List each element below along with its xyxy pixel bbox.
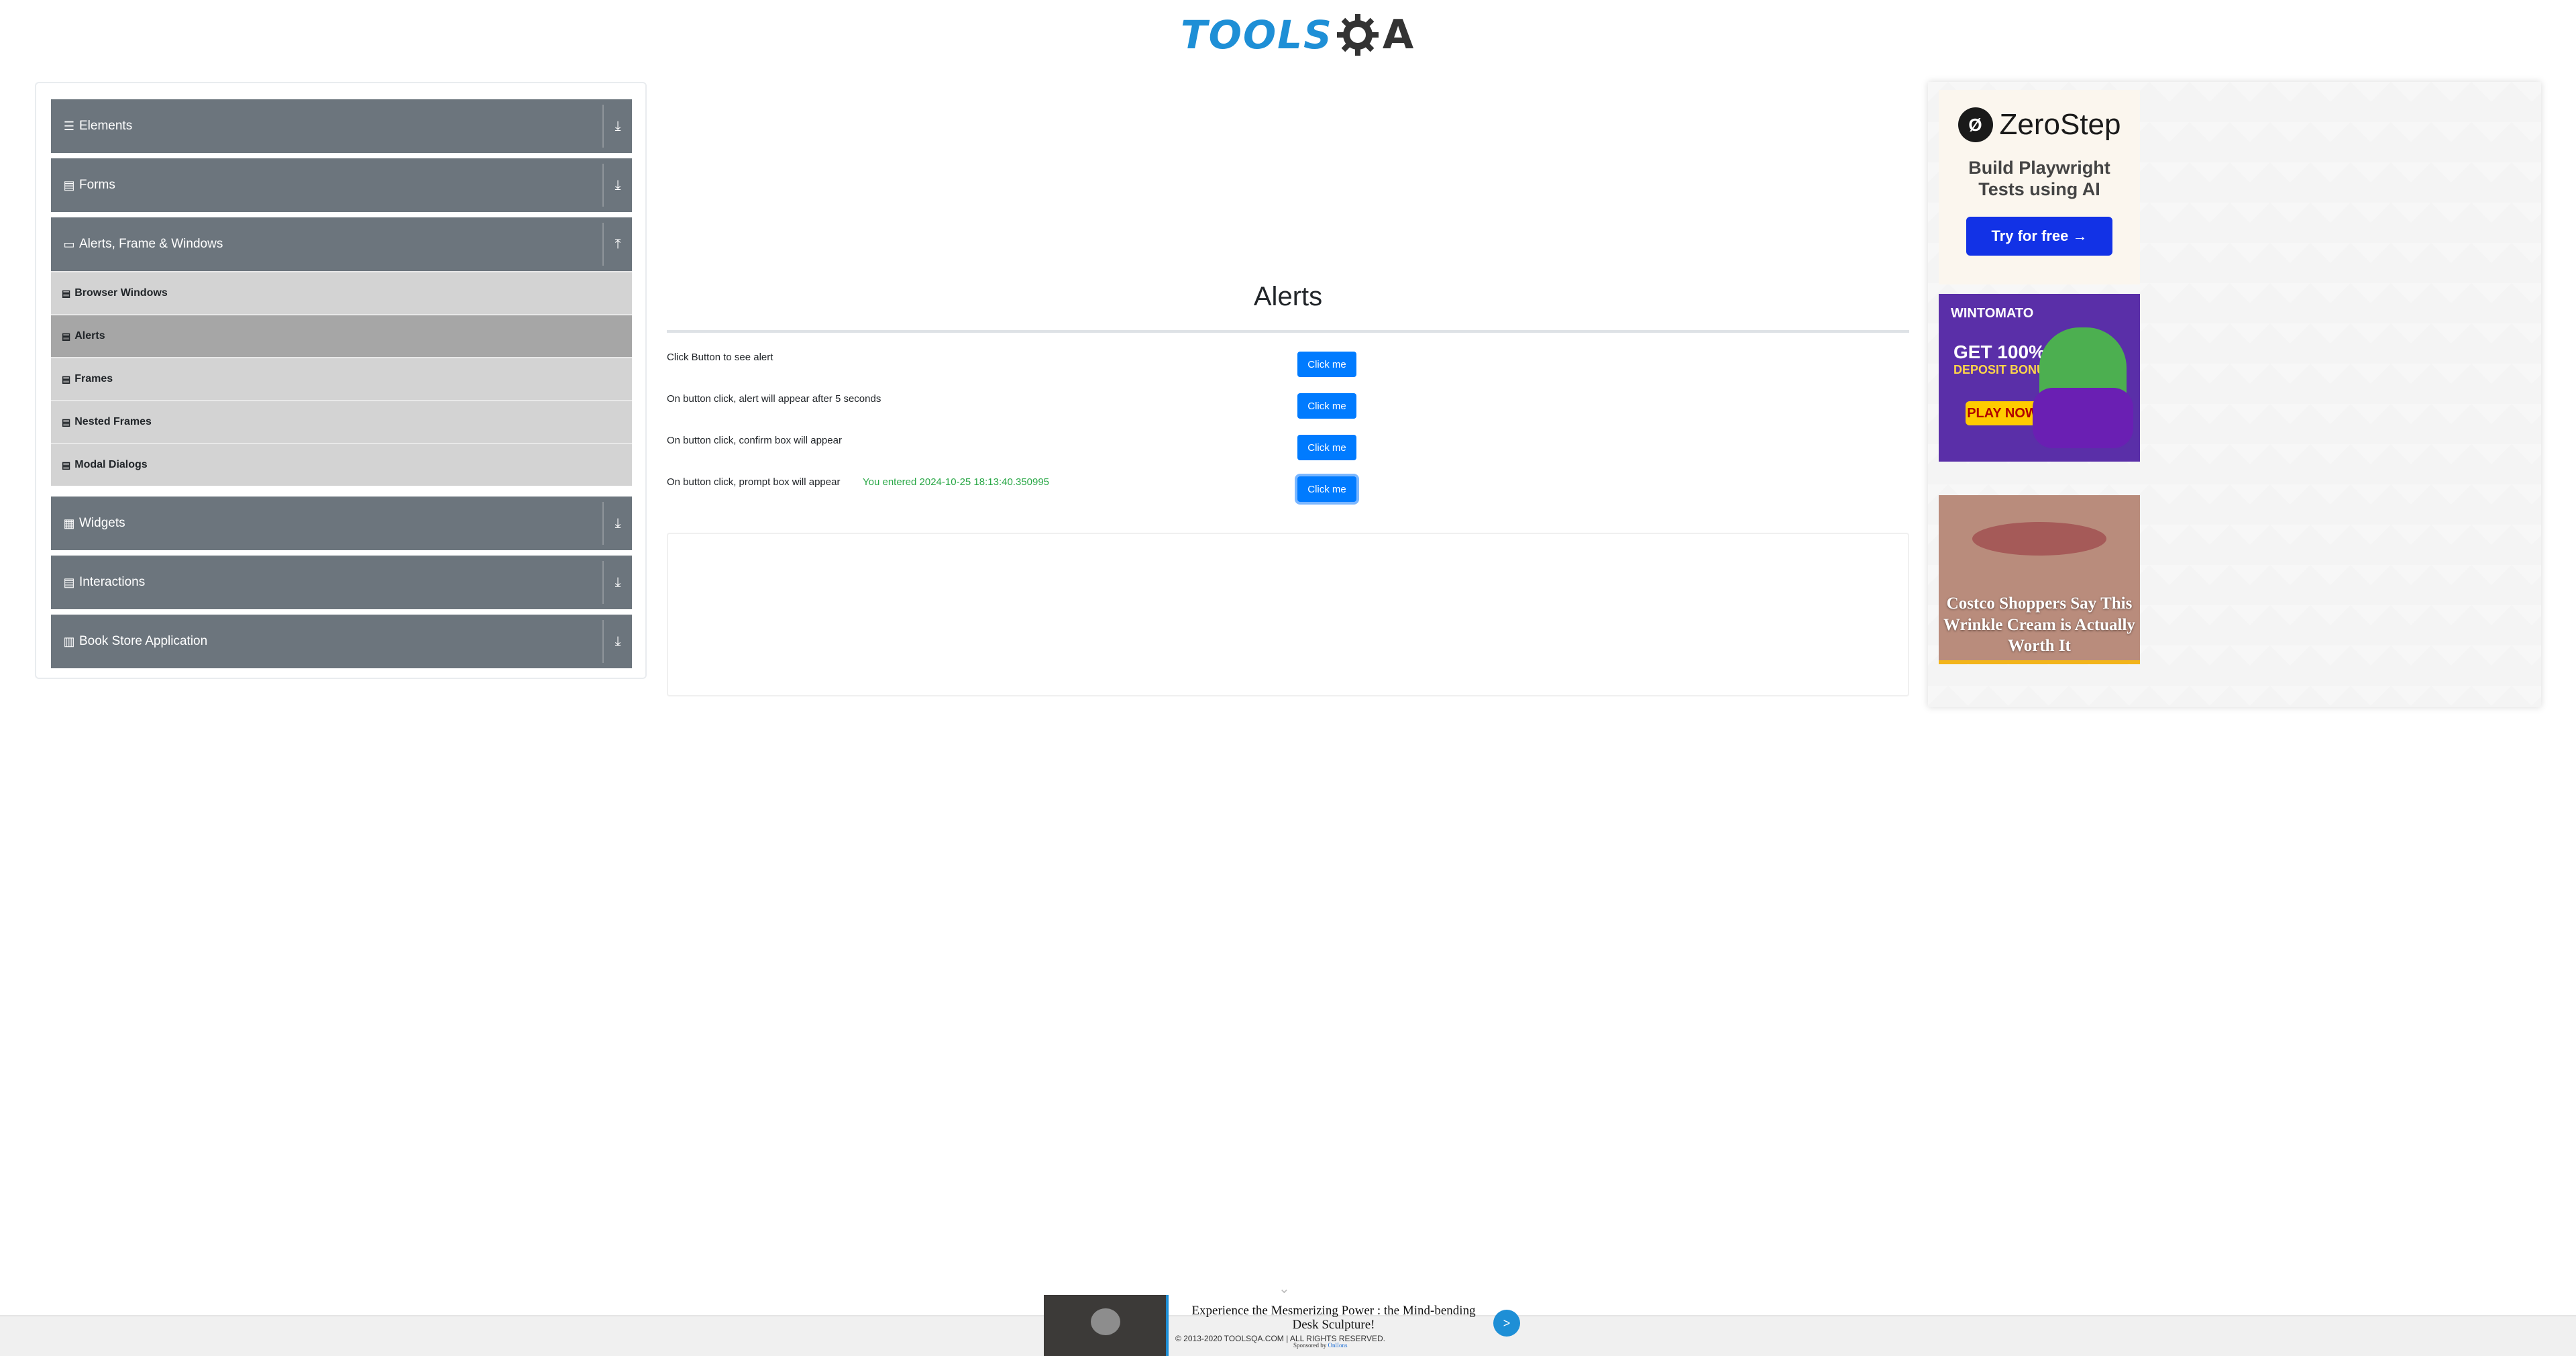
group-label: Interactions	[79, 575, 146, 589]
book-icon: ▥	[63, 634, 75, 648]
logo-text-right: A	[1382, 11, 1414, 58]
timer-alert-row: On button click, alert will appear after…	[667, 393, 1358, 420]
doc-icon: ▤	[62, 373, 71, 384]
confirm-button[interactable]: Click me	[1297, 435, 1356, 460]
next-arrow-button[interactable]: >	[1493, 1310, 1520, 1337]
divider	[667, 330, 1909, 333]
sidebar-item-modal-dialogs[interactable]: ▤ Modal Dialogs	[51, 443, 632, 486]
row-label: On button click, confirm box will appear	[667, 435, 842, 446]
expand-icon[interactable]: ⤓	[602, 620, 632, 663]
sidebar-group-header-interactions[interactable]: ▤ Interactions ⤓	[51, 556, 632, 609]
sidebar-group-widgets: ▦ Widgets ⤓	[51, 497, 632, 550]
frog-mascot-image	[2033, 327, 2133, 448]
prompt-button[interactable]: Click me	[1297, 476, 1356, 502]
right-ad-column: Ø ZeroStep Build Playwright Tests using …	[1928, 82, 2541, 707]
zerostep-ad[interactable]: Ø ZeroStep Build Playwright Tests using …	[1939, 90, 2140, 284]
zerostep-tagline: Build Playwright Tests using AI	[1939, 157, 2140, 201]
site-logo[interactable]: TOOLS A	[1181, 8, 1413, 62]
sidebar-group-header-book-store[interactable]: ▥ Book Store Application ⤓	[51, 615, 632, 668]
confirm-row: On button click, confirm box will appear…	[667, 435, 1358, 462]
sidebar-item-label: Nested Frames	[74, 416, 152, 427]
ad-bar	[1939, 660, 2140, 664]
sidebar-item-label: Frames	[74, 373, 113, 384]
group-label: Elements	[79, 119, 133, 133]
doc-icon: ▤	[62, 459, 71, 470]
grid-icon: ▦	[63, 516, 75, 530]
alert-row: Click Button to see alert Click me	[667, 352, 1358, 378]
zerostep-name: ZeroStep	[1999, 108, 2121, 141]
sidebar: ☰ Elements ⤓ ▤ Forms ⤓ ▭ Alerts, Frame &…	[35, 82, 647, 679]
tagline-line-2: Tests using AI	[1978, 179, 2100, 200]
sidebar-group-header-alerts-frame-windows[interactable]: ▭ Alerts, Frame & Windows ⤒	[51, 217, 632, 271]
wintomato-promo: GET 100%	[1953, 342, 2045, 362]
sidebar-submenu: ▤ Browser Windows ▤ Alerts ▤ Frames ▤ Ne…	[51, 271, 632, 486]
sponsored-headline: Experience the Mesmerizing Power : the M…	[1191, 1304, 1476, 1332]
sponsored-by: Sponsored by OnlIons	[1293, 1342, 1348, 1349]
timer-alert-button[interactable]: Click me	[1297, 393, 1356, 419]
doc-icon: ▤	[63, 575, 75, 589]
group-label: Widgets	[79, 516, 125, 530]
sidebar-group-header-forms[interactable]: ▤ Forms ⤓	[51, 158, 632, 212]
expand-icon[interactable]: ⤓	[602, 164, 632, 207]
sidebar-item-label: Modal Dialogs	[74, 459, 148, 470]
doc-icon: ▤	[62, 416, 71, 427]
sidebar-group-forms: ▤ Forms ⤓	[51, 158, 632, 212]
wintomato-brand: WINTOMATO	[1951, 306, 2034, 321]
sidebar-group-interactions: ▤ Interactions ⤓	[51, 556, 632, 609]
costco-headline: Costco Shoppers Say This Wrinkle Cream i…	[1943, 594, 2135, 655]
prompt-result: You entered 2024-10-25 18:13:40.350995	[863, 476, 1050, 488]
prompt-row: On button click, prompt box will appear …	[667, 476, 1358, 503]
sidebar-item-label: Alerts	[74, 330, 105, 342]
sidebar-group-header-widgets[interactable]: ▦ Widgets ⤓	[51, 497, 632, 550]
group-label: Forms	[79, 178, 115, 192]
lips-image	[1972, 522, 2106, 556]
logo-text-left: TOOLS	[1181, 12, 1333, 58]
costco-ad[interactable]: Costco Shoppers Say This Wrinkle Cream i…	[1939, 495, 2140, 664]
faded-ad-banner	[667, 87, 1291, 262]
sidebar-group-header-elements[interactable]: ☰ Elements ⤓	[51, 99, 632, 153]
gear-q-icon	[1336, 14, 1379, 56]
expand-icon[interactable]: ⤓	[602, 502, 632, 545]
sponsor-name[interactable]: OnlIons	[1328, 1342, 1348, 1349]
zerostep-brand: Ø ZeroStep	[1939, 107, 2140, 142]
group-label: Alerts, Frame & Windows	[79, 237, 223, 251]
sidebar-group-book-store: ▥ Book Store Application ⤓	[51, 615, 632, 668]
alert-button[interactable]: Click me	[1297, 352, 1356, 377]
row-label: On button click, alert will appear after…	[667, 393, 881, 405]
sidebar-item-nested-frames[interactable]: ▤ Nested Frames	[51, 400, 632, 443]
ad-placeholder	[667, 533, 1909, 696]
sculpture-thumbnail-image	[1044, 1295, 1169, 1356]
wintomato-promo-sub: DEPOSIT BONUS	[1953, 363, 2054, 376]
sidebar-item-frames[interactable]: ▤ Frames	[51, 357, 632, 400]
page-title: Alerts	[1253, 282, 1323, 311]
doc-icon: ▤	[62, 330, 71, 342]
zerostep-logo-icon: Ø	[1957, 107, 1993, 142]
sidebar-item-label: Browser Windows	[74, 287, 168, 299]
row-label: Click Button to see alert	[667, 352, 773, 363]
sponsored-ad[interactable]: Experience the Mesmerizing Power : the M…	[1044, 1295, 1527, 1356]
row-label: On button click, prompt box will appear	[667, 476, 841, 488]
window-icon: ▭	[63, 237, 75, 251]
sidebar-group-elements: ☰ Elements ⤓	[51, 99, 632, 153]
expand-icon[interactable]: ⤓	[602, 561, 632, 604]
sidebar-item-alerts[interactable]: ▤ Alerts	[51, 314, 632, 357]
try-for-free-button[interactable]: Try for free →	[1966, 216, 2112, 256]
expand-icon[interactable]: ⤓	[602, 105, 632, 148]
group-label: Book Store Application	[79, 634, 208, 648]
play-now-button[interactable]: PLAY NOW	[1966, 401, 2039, 425]
doc-icon: ▤	[62, 287, 71, 299]
wintomato-ad[interactable]: WINTOMATO GET 100% DEPOSIT BONUS PLAY NO…	[1939, 294, 2140, 462]
bars-icon: ☰	[63, 119, 75, 133]
sidebar-group-alerts-frame-windows: ▭ Alerts, Frame & Windows ⤒ ▤ Browser Wi…	[51, 217, 632, 486]
sidebar-item-browser-windows[interactable]: ▤ Browser Windows	[51, 271, 632, 314]
tagline-line-1: Build Playwright	[1968, 158, 2110, 178]
doc-icon: ▤	[63, 178, 75, 192]
sponsored-by-label: Sponsored by	[1293, 1342, 1327, 1349]
collapse-icon[interactable]: ⤒	[602, 223, 632, 266]
